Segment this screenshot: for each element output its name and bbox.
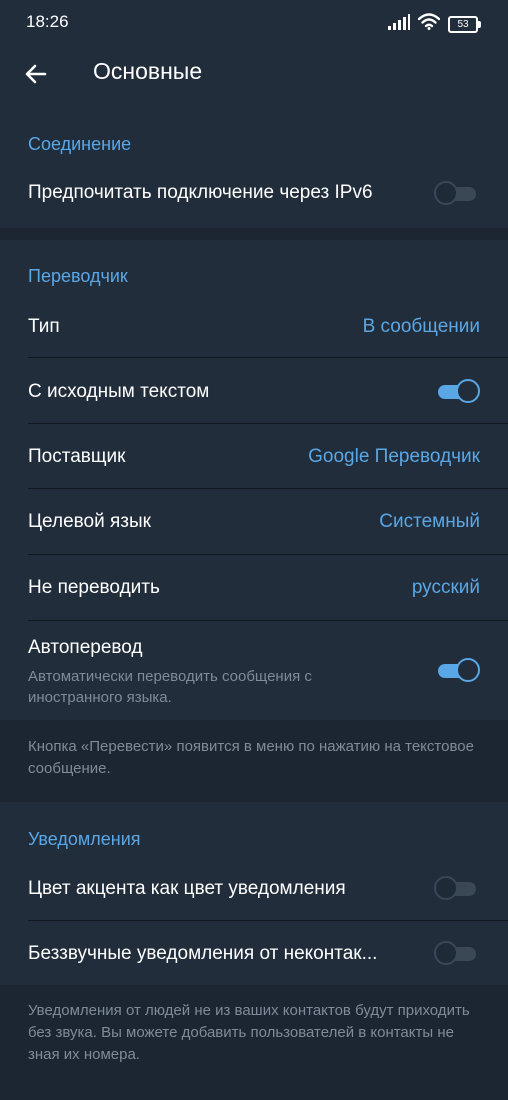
auto-translate-description: Автоматически переводить сообщения с ино… [28,668,312,706]
toggle-knob [434,876,458,900]
toggle-knob [456,379,480,403]
dont-translate-value: русский [411,577,480,598]
connection-section-title: Соединение [28,134,132,154]
toggle-knob [434,941,458,965]
back-button[interactable] [20,58,52,90]
arrow-left-icon [25,64,47,84]
target-language-label: Целевой язык [28,511,151,532]
silent-notifications-row[interactable]: Беззвучные уведомления от неконтак... [0,921,508,985]
ipv6-label: Предпочитать подключение через IPv6 [28,182,373,203]
app-header: Основные [0,44,508,110]
ipv6-row[interactable]: Предпочитать подключение через IPv6 [0,162,508,228]
battery-icon: 53 [448,15,481,33]
page-title: Основные [93,58,203,84]
wifi-icon [417,13,441,35]
auto-translate-toggle[interactable] [434,658,480,682]
auto-translate-label: Автоперевод [28,637,143,658]
accent-color-row[interactable]: Цвет акцента как цвет уведомления [0,856,508,920]
signal-icon [388,13,410,35]
status-time: 18:26 [26,12,69,31]
dont-translate-label: Не переводить [28,577,160,598]
translator-info: Кнопка «Перевести» появится в меню по на… [28,738,474,777]
connection-section: Соединение Предпочитать подключение чере… [0,110,508,228]
with-source-label: С исходным текстом [28,381,210,402]
translator-type-label: Тип [28,316,60,337]
accent-color-toggle[interactable] [434,876,480,900]
provider-value: Google Переводчик [308,446,480,467]
silent-notifications-toggle[interactable] [434,941,480,965]
provider-row[interactable]: Поставщик Google Переводчик [0,424,508,488]
auto-translate-row[interactable]: Автоперевод Автоматически переводить соо… [0,621,508,720]
battery-level: 53 [457,18,469,30]
toggle-knob [456,658,480,682]
accent-color-label: Цвет акцента как цвет уведомления [28,878,346,899]
translator-type-value: В сообщении [362,316,480,337]
notifications-section: Уведомления Цвет акцента как цвет уведом… [0,802,508,985]
translator-section: Переводчик Тип В сообщении С исходным те… [0,240,508,720]
translator-type-row[interactable]: Тип В сообщении [0,292,508,357]
target-language-row[interactable]: Целевой язык Системный [0,489,508,554]
toggle-knob [434,181,458,205]
ipv6-toggle[interactable] [434,181,480,205]
notifications-info: Уведомления от людей не из ваших контакт… [28,1002,470,1063]
status-icons: 53 [388,13,481,35]
status-bar: 18:26 53 [0,0,508,44]
with-source-row[interactable]: С исходным текстом [0,358,508,423]
silent-notifications-label: Беззвучные уведомления от неконтак... [28,943,378,964]
notifications-section-title: Уведомления [28,829,141,849]
provider-label: Поставщик [28,446,126,467]
target-language-value: Системный [379,511,480,532]
dont-translate-row[interactable]: Не переводить русский [0,555,508,620]
translator-section-title: Переводчик [28,266,128,286]
with-source-toggle[interactable] [434,379,480,403]
